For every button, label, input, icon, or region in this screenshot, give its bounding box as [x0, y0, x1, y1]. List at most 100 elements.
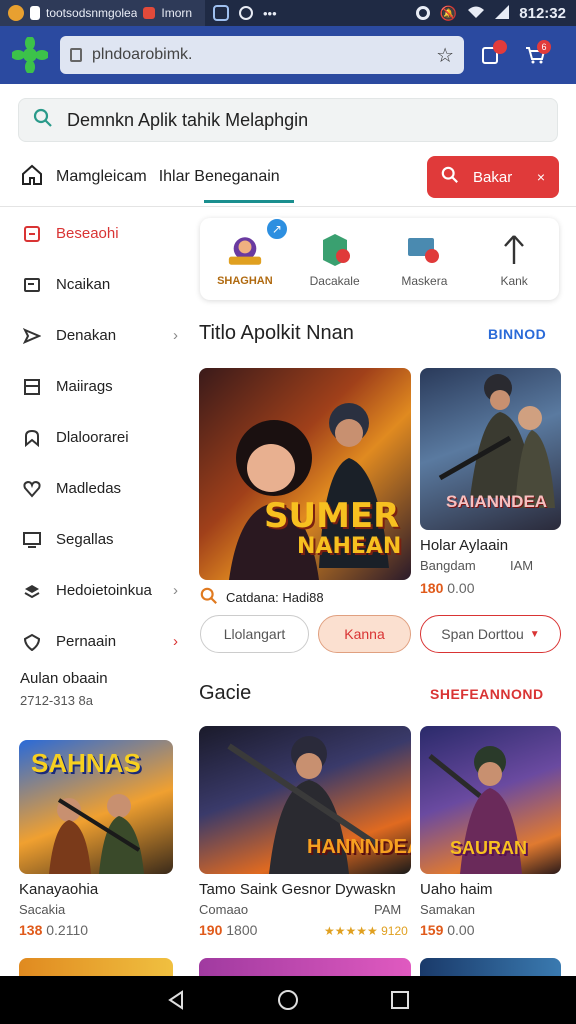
category-item-3[interactable]: Kank — [474, 230, 554, 288]
category-item-1[interactable]: Dacakale — [295, 230, 375, 288]
heart-icon — [22, 479, 42, 499]
cart-icon[interactable]: 6 — [518, 38, 552, 72]
sidebar-item-label: Pernaain — [56, 633, 117, 650]
game-title[interactable]: Kanayaohia — [19, 881, 98, 898]
category-item-2[interactable]: Maskera — [384, 230, 464, 288]
search-query: Demnkn Aplik tahik Melaphgin — [67, 109, 309, 130]
sidebar-item-7[interactable]: Hedoietoinkua › — [0, 565, 192, 616]
overflow-dots: ••• — [263, 5, 277, 21]
chevron-right-icon: › — [173, 327, 178, 344]
game-image-1[interactable]: HANNNDEA — [199, 726, 411, 874]
side-game-title[interactable]: Holar Aylaain — [420, 537, 508, 554]
search-input[interactable]: Demnkn Aplik tahik Melaphgin — [18, 98, 558, 142]
search-icon — [200, 587, 218, 608]
url-bar[interactable]: plndoarobimk. ☆ — [60, 36, 464, 74]
price-old: 1800 — [226, 922, 258, 938]
game-image-peek-2[interactable] — [420, 958, 561, 976]
sidebar-item-8[interactable]: Pernaain › — [0, 616, 192, 667]
puzzle-icon — [22, 428, 42, 448]
tab-favicon-icon — [8, 5, 24, 21]
sidebar-item-5[interactable]: Madledas — [0, 463, 192, 514]
game-sub: Comaao — [199, 902, 249, 917]
price-value: 180 — [420, 580, 444, 596]
chip-1[interactable]: Llolangart — [200, 615, 309, 653]
game-image-2[interactable]: SAURAN — [420, 726, 561, 874]
sidebar-item-label: Beseaohi — [56, 225, 119, 242]
tabs-icon[interactable] — [474, 38, 508, 72]
section-title: Titlo Apolkit Nnan — [199, 322, 354, 344]
nav-home-label: Mamgleicam — [56, 168, 147, 185]
game-image-peek-1[interactable] — [199, 958, 411, 976]
featured-game-image[interactable]: SUMER NAHEAN — [199, 368, 411, 580]
chevron-down-icon: ▼ — [529, 628, 540, 640]
nav-link[interactable]: hlar Beneganain — [163, 168, 280, 186]
category-label: Kank — [500, 274, 528, 288]
sidebar-item-label: Denakan — [56, 327, 117, 344]
game-title[interactable]: Tamo Saink Gesnor Dywaskn — [199, 881, 396, 898]
close-icon[interactable]: × — [537, 169, 545, 185]
chip-3-dropdown[interactable]: Span Dorttou ▼ — [420, 615, 561, 653]
game-image-title: SAHNAS — [31, 748, 141, 778]
game-price: 138 0.2110 — [19, 922, 88, 938]
chip-label: Span Dorttou — [441, 626, 524, 642]
app-logo-icon[interactable] — [10, 35, 50, 75]
side-game-sub-left: Bangdam — [420, 558, 476, 573]
sidebar-item-3[interactable]: Maiirags — [0, 361, 192, 412]
nav-active-underline — [204, 200, 294, 203]
game-image-0[interactable]: SAHNAS — [19, 740, 173, 874]
sidebar: Beseaohi Ncaikan Denakan › Maiirags Dlal… — [0, 208, 192, 667]
status-icons-left: ••• — [205, 0, 285, 26]
sidebar-item-2[interactable]: Denakan › — [0, 310, 192, 361]
game-character-icon — [224, 231, 266, 271]
price-old: 0.00 — [447, 922, 475, 938]
game-image-title: HANNNDEA — [307, 836, 411, 858]
category-label: SHAGHAN — [217, 275, 273, 287]
app-icon — [213, 5, 229, 21]
sidebar-item-0[interactable]: Beseaohi — [0, 208, 192, 259]
section-link[interactable]: BINNOD — [488, 326, 546, 342]
side-game-sub-right: IAM — [510, 558, 534, 573]
game-sub: Samakan — [420, 902, 475, 917]
price-value: 190 — [199, 922, 223, 938]
back-icon[interactable] — [156, 980, 196, 1020]
url-text: plndoarobimk. — [92, 46, 193, 63]
chip-label: Kanna — [344, 626, 385, 642]
recents-icon[interactable] — [380, 980, 420, 1020]
game-image-peek-0[interactable] — [19, 958, 173, 976]
category-item-0[interactable]: ↗ SHAGHAN — [205, 217, 289, 287]
cart-badge: 6 — [537, 40, 551, 54]
tabs-badge — [493, 40, 507, 54]
second-tab-title: Imorn — [161, 6, 193, 20]
stack-icon — [22, 581, 42, 601]
price-old: 0.2110 — [46, 922, 89, 938]
chevron-right-icon: › — [173, 582, 178, 599]
search-icon — [33, 108, 53, 133]
sidebar-item-1[interactable]: Ncaikan — [0, 259, 192, 310]
section-title: Gacie — [199, 682, 252, 704]
browser-tab-active[interactable]: tootsodsnmgolea Imorn — [0, 0, 205, 26]
sidebar-item-4[interactable]: Dlaloorarei — [0, 412, 192, 463]
section-link[interactable]: SHEFEANNOND — [430, 686, 544, 702]
game-title[interactable]: Uaho haim — [420, 881, 493, 898]
clock: 812:32 — [519, 4, 566, 22]
sidebar-item-label: Segallas — [56, 531, 114, 548]
sidebar-item-6[interactable]: Segallas — [0, 514, 192, 565]
search-icon — [441, 166, 459, 188]
location-icon — [415, 6, 430, 20]
nav-home[interactable]: Mamgleicam — [20, 163, 147, 192]
stats-title: Aulan obaain — [20, 670, 108, 687]
category-card: ↗ SHAGHAN Dacakale Maskera Kank — [200, 217, 559, 300]
bookmark-icon — [22, 224, 42, 244]
side-game-image[interactable]: SAIANNDEA — [420, 368, 561, 530]
side-game-price: 180 0.00 — [420, 580, 475, 596]
side-game-image-title: SAIANNDEA — [446, 492, 548, 511]
red-action-button[interactable]: Bakar × — [427, 156, 559, 198]
featured-image-title-2: NAHEAN — [297, 534, 402, 559]
chip-2[interactable]: Kanna — [318, 615, 411, 653]
bookmark-star-icon[interactable]: ☆ — [436, 43, 454, 68]
game-image-title: SAURAN — [450, 838, 528, 858]
home-circle-icon[interactable] — [268, 980, 308, 1020]
category-label: Maskera — [401, 274, 448, 288]
send-icon — [22, 326, 42, 346]
stats-value: 2712-313 8a — [20, 693, 94, 708]
